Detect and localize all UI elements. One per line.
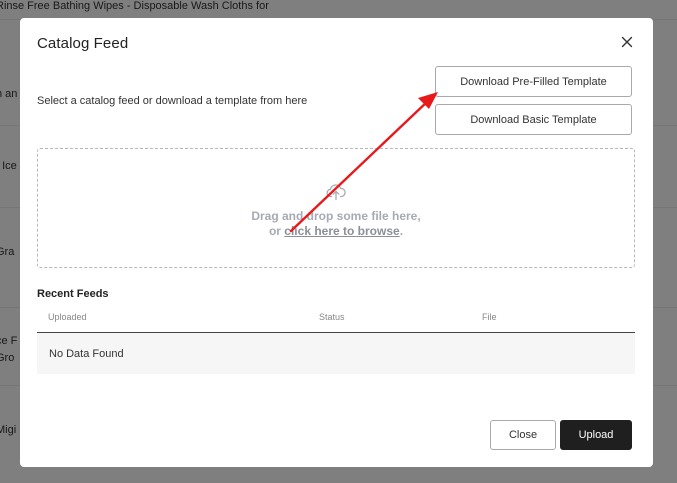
catalog-feed-dialog: Catalog Feed Select a catalog feed or do… — [20, 18, 653, 467]
close-button[interactable]: Close — [490, 420, 556, 450]
cloud-upload-icon — [326, 184, 346, 201]
recent-feeds-heading: Recent Feeds — [37, 288, 109, 300]
column-header-uploaded: Uploaded — [48, 312, 87, 322]
recent-feeds-table: Uploaded Status File No Data Found — [37, 308, 635, 374]
empty-state-text: No Data Found — [49, 347, 124, 360]
column-header-status: Status — [319, 312, 345, 322]
close-icon[interactable] — [619, 34, 635, 50]
dropzone-or-text: or — [268, 224, 285, 238]
empty-state-row: No Data Found — [37, 333, 635, 374]
dropzone-instruction: Drag and drop some file here, — [251, 209, 421, 223]
column-header-file: File — [482, 312, 497, 322]
file-dropzone[interactable]: Drag and drop some file here, or click h… — [37, 148, 635, 268]
dialog-description: Select a catalog feed or download a temp… — [37, 95, 308, 107]
dropzone-browse-line: or click here to browse. — [38, 224, 634, 238]
download-prefilled-template-button[interactable]: Download Pre-Filled Template — [435, 66, 632, 97]
dropzone-period: . — [399, 224, 404, 238]
dialog-title: Catalog Feed — [37, 35, 129, 52]
download-basic-template-button[interactable]: Download Basic Template — [435, 104, 632, 135]
upload-button[interactable]: Upload — [560, 420, 632, 450]
browse-link[interactable]: click here to browse — [284, 224, 399, 238]
table-header: Uploaded Status File — [37, 308, 635, 333]
